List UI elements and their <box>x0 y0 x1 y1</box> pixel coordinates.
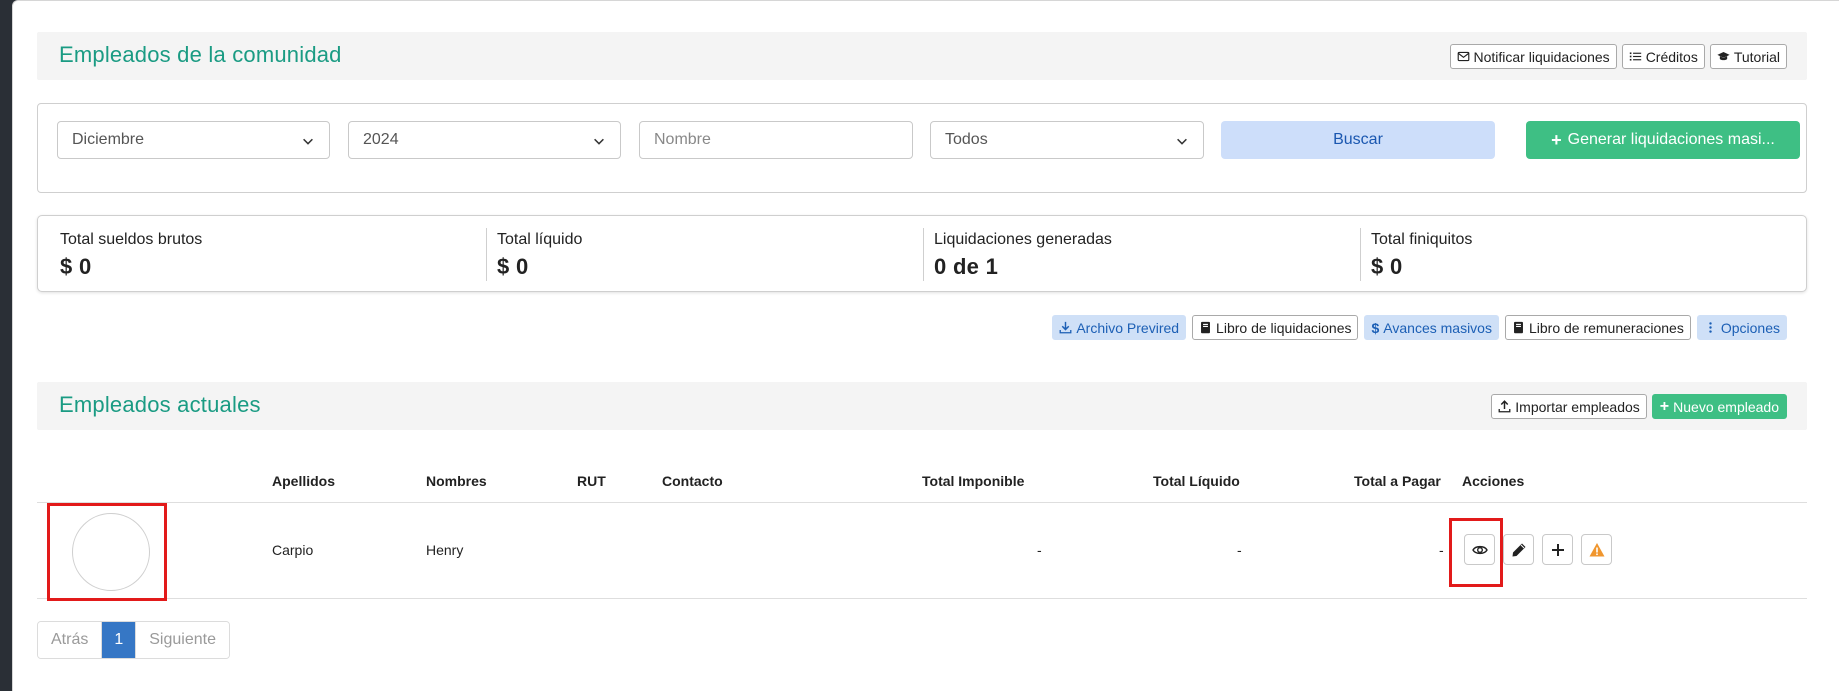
cell-apellidos: Carpio <box>272 542 314 558</box>
edit-employee-button[interactable] <box>1503 534 1534 565</box>
credits-button[interactable]: Créditos <box>1621 44 1705 69</box>
generate-payrolls-button[interactable]: + Generar liquidaciones masi... <box>1526 121 1800 159</box>
page-title: Empleados de la comunidad <box>59 42 342 67</box>
stat-severance-total: Total finiquitos $ 0 <box>1349 216 1786 293</box>
chevron-down-icon <box>303 138 313 145</box>
book-icon <box>1512 321 1525 334</box>
envelope-icon <box>1457 50 1470 63</box>
pagination-prev[interactable]: Atrás <box>38 622 102 658</box>
filter-panel: Diciembre 2024 Todos Buscar + Generar li… <box>37 103 1807 193</box>
tutorial-button[interactable]: Tutorial <box>1709 44 1787 69</box>
column-header[interactable]: Nombres <box>426 473 487 489</box>
options-label: Opciones <box>1720 319 1780 336</box>
column-header: Acciones <box>1462 473 1525 489</box>
chevron-down-icon <box>594 138 604 145</box>
tutorial-label: Tutorial <box>1733 48 1780 65</box>
employees-title: Empleados actuales <box>59 392 261 417</box>
payroll-book-button[interactable]: Libro de liquidaciones <box>1192 315 1359 340</box>
remuneration-book-button[interactable]: Libro de remuneraciones <box>1504 315 1691 340</box>
name-input[interactable] <box>654 131 912 149</box>
column-header[interactable]: Total Imponible <box>922 473 1024 489</box>
year-select[interactable]: 2024 <box>348 121 621 159</box>
view-employee-button[interactable] <box>1464 534 1495 565</box>
cell-nombres: Henry <box>426 542 464 558</box>
stat-label: Total líquido <box>497 231 583 248</box>
employees-header: Empleados actuales Importar empleados + … <box>37 382 1807 430</box>
month-select-value: Diciembre <box>72 131 145 148</box>
column-header[interactable]: Apellidos <box>272 473 335 489</box>
stat-value: $ 0 <box>1371 254 1403 279</box>
stat-net-total: Total líquido $ 0 <box>475 216 912 293</box>
generate-payrolls-label: Generar liquidaciones masi... <box>1567 131 1775 148</box>
name-input-wrapper <box>639 121 913 159</box>
page: Empleados de la comunidad Notificar liqu… <box>12 0 1839 691</box>
column-header[interactable]: RUT <box>577 473 606 489</box>
stat-label: Total finiquitos <box>1371 231 1473 248</box>
import-employees-button[interactable]: Importar empleados <box>1491 394 1647 419</box>
add-payroll-button[interactable] <box>1542 534 1573 565</box>
row-actions <box>1464 534 1612 565</box>
plus-icon <box>1551 543 1564 556</box>
cell-total-imponible: - <box>1037 542 1042 558</box>
stat-label: Total sueldos brutos <box>60 231 203 248</box>
cell-total-pagar: - <box>1439 542 1444 558</box>
pagination-next[interactable]: Siguiente <box>135 622 229 658</box>
status-select-value: Todos <box>945 131 988 148</box>
stat-value: $ 0 <box>497 254 529 279</box>
pagination-page-1[interactable]: 1 <box>101 622 136 658</box>
previred-file-label: Archivo Previred <box>1076 319 1180 336</box>
book-icon <box>1199 321 1212 334</box>
stat-label: Liquidaciones generadas <box>934 231 1112 248</box>
column-header[interactable]: Total a Pagar <box>1354 473 1441 489</box>
warning-icon <box>1589 542 1604 556</box>
column-header[interactable]: Contacto <box>662 473 723 489</box>
pagination: Atrás 1 Siguiente <box>37 621 230 659</box>
status-select[interactable]: Todos <box>930 121 1204 159</box>
bulk-advances-button[interactable]: $ Avances masivos <box>1364 315 1499 340</box>
eye-icon <box>1471 545 1488 554</box>
previred-file-button[interactable]: Archivo Previred <box>1052 315 1187 340</box>
new-employee-button[interactable]: + Nuevo empleado <box>1651 394 1787 419</box>
notify-payrolls-label: Notificar liquidaciones <box>1473 48 1610 65</box>
download-icon <box>1059 321 1072 334</box>
employees-table-header: Apellidos Nombres RUT Contacto Total Imp… <box>37 461 1807 503</box>
new-employee-label: Nuevo empleado <box>1673 398 1779 415</box>
stat-gross-salaries: Total sueldos brutos $ 0 <box>38 216 475 293</box>
cell-total-liquido: - <box>1237 542 1242 558</box>
plus-icon: + <box>1659 397 1670 415</box>
employees-header-buttons: Importar empleados + Nuevo empleado <box>1491 394 1787 419</box>
credits-label: Créditos <box>1645 48 1698 65</box>
dollar-icon: $ <box>1371 319 1380 336</box>
header-buttons: Notificar liquidaciones Créditos Tutoria… <box>1449 44 1787 69</box>
year-select-value: 2024 <box>363 131 399 148</box>
notify-payrolls-button[interactable]: Notificar liquidaciones <box>1449 44 1617 69</box>
payroll-book-label: Libro de liquidaciones <box>1216 319 1352 336</box>
list-icon <box>1629 50 1642 63</box>
plus-icon: + <box>1551 129 1562 150</box>
avatar[interactable] <box>72 513 150 591</box>
chevron-down-icon <box>1177 138 1187 145</box>
search-button[interactable]: Buscar <box>1221 121 1495 159</box>
stat-payrolls-generated: Liquidaciones generadas 0 de 1 <box>912 216 1349 293</box>
community-header: Empleados de la comunidad Notificar liqu… <box>37 32 1807 80</box>
remuneration-book-label: Libro de remuneraciones <box>1528 319 1684 336</box>
options-button[interactable]: Opciones <box>1696 315 1787 340</box>
stat-value: $ 0 <box>60 254 92 279</box>
warning-button[interactable] <box>1581 534 1612 565</box>
graduation-cap-icon <box>1717 50 1730 63</box>
stats-panel: Total sueldos brutos $ 0 Total líquido $… <box>37 215 1807 292</box>
payroll-actions: Archivo Previred Libro de liquidaciones … <box>1052 315 1787 340</box>
import-employees-label: Importar empleados <box>1515 398 1640 415</box>
column-header[interactable]: Total Líquido <box>1153 473 1240 489</box>
month-select[interactable]: Diciembre <box>57 121 330 159</box>
upload-icon <box>1498 400 1511 413</box>
vertical-dots-icon <box>1704 321 1717 334</box>
stat-value: 0 de 1 <box>934 254 999 279</box>
table-row: Carpio Henry - - - <box>37 503 1807 601</box>
pencil-icon <box>1512 543 1525 556</box>
bulk-advances-label: Avances masivos <box>1383 319 1492 336</box>
